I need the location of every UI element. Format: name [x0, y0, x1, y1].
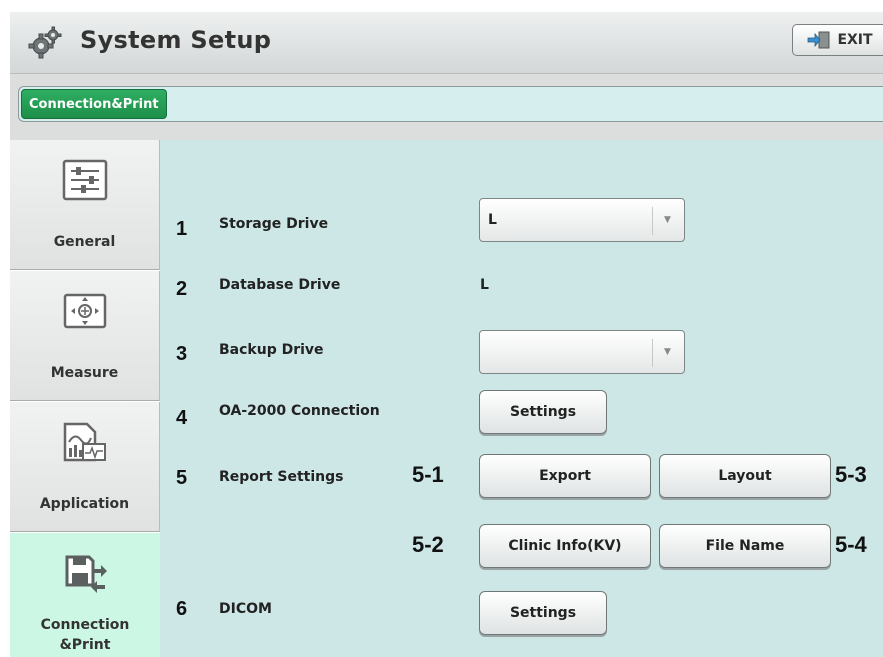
export-tag: 5-1 — [412, 462, 444, 487]
row-number: 3 — [176, 343, 188, 365]
oa-connection-label: OA-2000 Connection — [219, 403, 380, 419]
file-name-button[interactable]: File Name — [659, 524, 831, 568]
sidebar: General Measure Application Connection &… — [10, 140, 160, 657]
file-name-tag: 5-4 — [835, 532, 867, 557]
dropdown-separator — [652, 207, 653, 235]
layout-tag: 5-3 — [835, 462, 867, 487]
sidebar-item-label: General — [53, 234, 116, 250]
sidebar-item-measure[interactable]: Measure — [10, 271, 160, 401]
backup-drive-select[interactable]: ▼ — [479, 330, 685, 374]
row-number: 1 — [176, 218, 188, 240]
exit-label: EXIT — [837, 32, 873, 48]
storage-drive-value: L — [488, 212, 497, 228]
database-drive-value: L — [480, 277, 489, 293]
tab-bar: Connection&Print — [18, 86, 883, 122]
dropdown-separator — [652, 339, 653, 367]
dicom-settings-button[interactable]: Settings — [479, 591, 607, 635]
row-number: 6 — [176, 598, 188, 620]
title-bar: System Setup EXIT — [10, 12, 883, 74]
storage-drive-select[interactable]: L ▼ — [479, 198, 685, 242]
backup-drive-label: Backup Drive — [219, 342, 324, 358]
clinic-info-button[interactable]: Clinic Info(KV) — [479, 524, 651, 568]
database-drive-label: Database Drive — [219, 277, 341, 293]
sidebar-item-application[interactable]: Application — [10, 402, 160, 532]
page-title: System Setup — [80, 26, 272, 54]
export-button[interactable]: Export — [479, 454, 651, 498]
gear-icon — [28, 26, 62, 59]
layout-button[interactable]: Layout — [659, 454, 831, 498]
crosshair-target-icon — [63, 293, 107, 329]
row-number: 5 — [176, 467, 188, 489]
clinic-info-tag: 5-2 — [412, 532, 444, 557]
sidebar-item-label: Application — [39, 496, 130, 512]
chevron-down-icon: ▼ — [664, 347, 671, 357]
tab-strip-area: Connection&Print — [10, 74, 883, 140]
row-number: 4 — [176, 407, 188, 429]
save-transfer-icon — [65, 555, 107, 593]
tab-connection-print[interactable]: Connection&Print — [21, 89, 167, 119]
report-settings-label: Report Settings — [219, 469, 344, 485]
chevron-down-icon: ▼ — [664, 215, 671, 225]
chart-document-icon — [63, 422, 106, 462]
sidebar-item-label: Connection &Print — [40, 617, 130, 653]
sidebar-item-label: Measure — [50, 365, 119, 381]
oa-connection-settings-button[interactable]: Settings — [479, 390, 607, 434]
sliders-panel-icon — [62, 159, 108, 201]
sidebar-item-general[interactable]: General — [10, 140, 160, 270]
dicom-label: DICOM — [219, 601, 272, 617]
storage-drive-label: Storage Drive — [219, 216, 329, 232]
exit-icon — [808, 31, 830, 49]
app-window: System Setup EXIT Connection&Print Gener… — [0, 0, 883, 657]
settings-panel: 1 Storage Drive L ▼ 2 Database Drive L 3… — [160, 140, 883, 657]
sidebar-item-connection-print[interactable]: Connection &Print — [10, 533, 160, 657]
row-number: 2 — [176, 278, 188, 300]
exit-button[interactable]: EXIT — [792, 24, 883, 56]
